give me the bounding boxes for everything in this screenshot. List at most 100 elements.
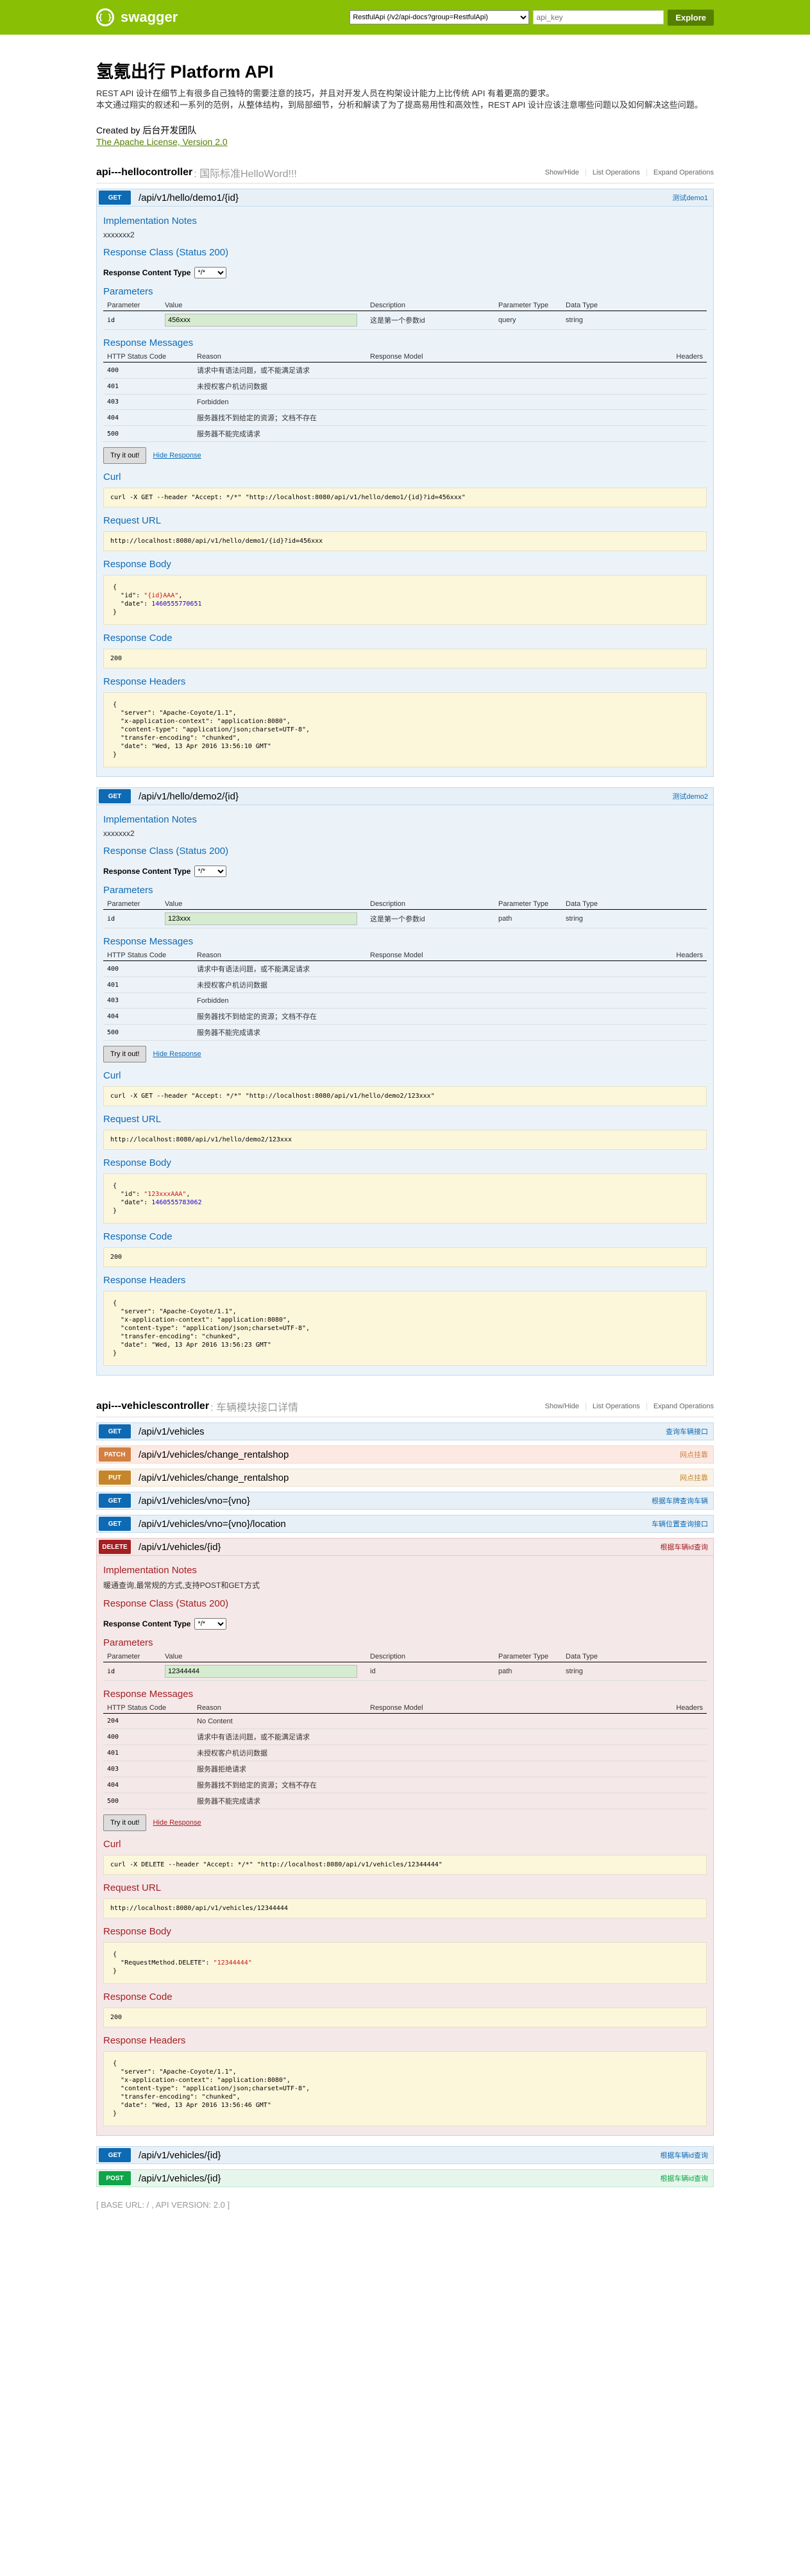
operation-path[interactable]: /api/v1/vehicles/{id} xyxy=(139,1542,221,1553)
operation-header[interactable]: GET /api/v1/hello/demo1/{id} 测试demo1 xyxy=(96,189,714,207)
operation-summary[interactable]: 根据车辆id查询 xyxy=(660,1542,708,1552)
try-it-out-button[interactable]: Try it out! xyxy=(103,1046,147,1062)
list-operations-link[interactable]: List Operations xyxy=(586,169,647,176)
operation-header[interactable]: GET /api/v1/vehicles 查询车辆接口 xyxy=(96,1422,714,1440)
operation-delete-vehicle: DELETE /api/v1/vehicles/{id} 根据车辆id查询 Im… xyxy=(96,1538,714,2136)
operation-path[interactable]: /api/v1/vehicles/change_rentalshop xyxy=(139,1472,289,1483)
column-header: Value xyxy=(161,1651,366,1662)
try-it-out-button[interactable]: Try it out! xyxy=(103,447,147,464)
hide-response-link[interactable]: Hide Response xyxy=(153,1050,201,1058)
operation-header[interactable]: PUT /api/v1/vehicles/change_rentalshop 网… xyxy=(96,1469,714,1487)
column-header: Description xyxy=(366,300,494,311)
implementation-notes: 暖通查询,最常规的方式,支持POST和GET方式 xyxy=(103,1581,260,1590)
operation-list-vehicles: GET /api/v1/vehicles 查询车辆接口 xyxy=(96,1422,714,1440)
status-code: 404 xyxy=(103,1777,193,1793)
json-value: "12344444" xyxy=(213,1959,252,1966)
section-heading: Parameters xyxy=(103,286,153,297)
hide-response-link[interactable]: Hide Response xyxy=(153,1819,201,1827)
operation-summary[interactable]: 网点挂靠 xyxy=(680,1472,708,1483)
section-heading: Response Body xyxy=(103,559,171,570)
operation-path[interactable]: /api/v1/hello/demo2/{id} xyxy=(139,791,239,802)
status-reason: 服务器拒绝请求 xyxy=(193,1761,366,1777)
operation-path[interactable]: /api/v1/vehicles xyxy=(139,1426,205,1437)
operation-header[interactable]: GET /api/v1/vehicles/vno={vno}/location … xyxy=(96,1515,714,1533)
operation-summary[interactable]: 测试demo1 xyxy=(672,192,708,203)
section-heading: Request URL xyxy=(103,1882,162,1893)
column-header: Value xyxy=(161,899,366,910)
logo[interactable]: { } swagger xyxy=(96,8,178,26)
section-heading: Response Body xyxy=(103,1926,171,1937)
request-url-block: http://localhost:8080/api/v1/hello/demo1… xyxy=(103,531,707,551)
table-row: 500 服务器不能完成请求 xyxy=(103,1793,707,1809)
param-type: path xyxy=(494,909,562,928)
operation-header[interactable]: GET /api/v1/vehicles/{id} 根据车辆id查询 xyxy=(96,2146,714,2164)
operation-path[interactable]: /api/v1/vehicles/vno={vno}/location xyxy=(139,1519,286,1530)
operation-path[interactable]: /api/v1/vehicles/change_rentalshop xyxy=(139,1449,289,1460)
resource-name[interactable]: api---vehiclescontroller xyxy=(96,1401,209,1412)
resource-name[interactable]: api---hellocontroller xyxy=(96,167,192,178)
json-key: "date" xyxy=(121,601,144,608)
response-messages-table: HTTP Status Code Reason Response Model H… xyxy=(103,1703,707,1809)
operation-header[interactable]: POST /api/v1/vehicles/{id} 根据车辆id查询 xyxy=(96,2169,714,2187)
operation-get-location: GET /api/v1/vehicles/vno={vno}/location … xyxy=(96,1515,714,1533)
section-heading: Implementation Notes xyxy=(103,1565,197,1576)
operation-summary[interactable]: 测试demo2 xyxy=(672,791,708,801)
response-content-type-label: Response Content Type xyxy=(103,268,191,277)
show-hide-link[interactable]: Show/Hide xyxy=(539,1403,586,1410)
expand-operations-link[interactable]: Expand Operations xyxy=(647,169,714,176)
table-row: id 这是第一个参数id query string xyxy=(103,311,707,330)
table-row: 204 No Content xyxy=(103,1713,707,1729)
status-code: 400 xyxy=(103,960,193,977)
api-description: REST API 设计在细节上有很多自己独特的需要注意的技巧，并且对开发人员在构… xyxy=(96,88,714,111)
operation-post-vehicle: POST /api/v1/vehicles/{id} 根据车辆id查询 xyxy=(96,2169,714,2187)
param-name: id xyxy=(103,1662,161,1681)
param-description: id xyxy=(366,1662,494,1681)
operation-path[interactable]: /api/v1/vehicles/{id} xyxy=(139,2150,221,2161)
param-value-input[interactable] xyxy=(165,1665,357,1678)
operation-summary[interactable]: 车辆位置查询接口 xyxy=(652,1519,708,1529)
operation-summary[interactable]: 网点挂靠 xyxy=(680,1449,708,1460)
response-content-type: Response Content Type */* xyxy=(103,267,707,278)
section-heading: Response Class (Status 200) xyxy=(103,247,229,258)
operation-summary[interactable]: 根据车辆id查询 xyxy=(660,2173,708,2183)
param-value-input[interactable] xyxy=(165,314,357,327)
status-reason: 服务器不能完成请求 xyxy=(193,1024,366,1041)
content-type-select[interactable]: */* xyxy=(194,866,227,877)
operation-summary[interactable]: 根据车辆id查询 xyxy=(660,2150,708,2160)
response-headers-block: { "server": "Apache-Coyote/1.1", "x-appl… xyxy=(103,692,707,767)
hide-response-link[interactable]: Hide Response xyxy=(153,452,201,459)
curl-block: curl -X GET --header "Accept: */*" "http… xyxy=(103,1086,707,1106)
request-url-block: http://localhost:8080/api/v1/hello/demo2… xyxy=(103,1130,707,1150)
section-heading: Response Headers xyxy=(103,2035,186,2046)
method-badge: DELETE xyxy=(99,1540,131,1554)
list-operations-link[interactable]: List Operations xyxy=(586,1403,647,1410)
column-header: Parameter xyxy=(103,300,161,311)
expand-operations-link[interactable]: Expand Operations xyxy=(647,1403,714,1410)
column-header: Data Type xyxy=(562,300,707,311)
api-key-input[interactable] xyxy=(533,10,664,24)
table-row: 403 Forbidden xyxy=(103,993,707,1009)
operation-content: Implementation Notes xxxxxxx2 Response C… xyxy=(96,805,714,1376)
content-type-select[interactable]: */* xyxy=(194,1618,227,1630)
show-hide-link[interactable]: Show/Hide xyxy=(539,169,586,176)
status-reason: Forbidden xyxy=(193,394,366,410)
operation-path[interactable]: /api/v1/vehicles/vno={vno} xyxy=(139,1496,250,1506)
api-select[interactable]: RestfulApi (/v2/api-docs?group=RestfulAp… xyxy=(350,10,530,24)
curl-block: curl -X DELETE --header "Accept: */*" "h… xyxy=(103,1855,707,1875)
operation-summary[interactable]: 查询车辆接口 xyxy=(666,1426,708,1437)
operation-path[interactable]: /api/v1/vehicles/{id} xyxy=(139,2173,221,2184)
operation-path[interactable]: /api/v1/hello/demo1/{id} xyxy=(139,192,239,203)
json-value: "{id}AAA" xyxy=(144,592,179,599)
content-type-select[interactable]: */* xyxy=(194,267,227,278)
operation-header[interactable]: DELETE /api/v1/vehicles/{id} 根据车辆id查询 xyxy=(96,1538,714,1556)
operation-header[interactable]: PATCH /api/v1/vehicles/change_rentalshop… xyxy=(96,1446,714,1463)
operation-header[interactable]: GET /api/v1/vehicles/vno={vno} 根据车牌查询车辆 xyxy=(96,1492,714,1510)
try-it-out-button[interactable]: Try it out! xyxy=(103,1814,147,1831)
param-description: 这是第一个参数id xyxy=(366,311,494,330)
license-link[interactable]: The Apache License, Version 2.0 xyxy=(96,137,228,147)
param-value-input[interactable] xyxy=(165,912,357,925)
column-header: Parameter Type xyxy=(494,899,562,910)
operation-header[interactable]: GET /api/v1/hello/demo2/{id} 测试demo2 xyxy=(96,787,714,805)
explore-button[interactable]: Explore xyxy=(668,9,714,26)
operation-summary[interactable]: 根据车牌查询车辆 xyxy=(652,1496,708,1506)
